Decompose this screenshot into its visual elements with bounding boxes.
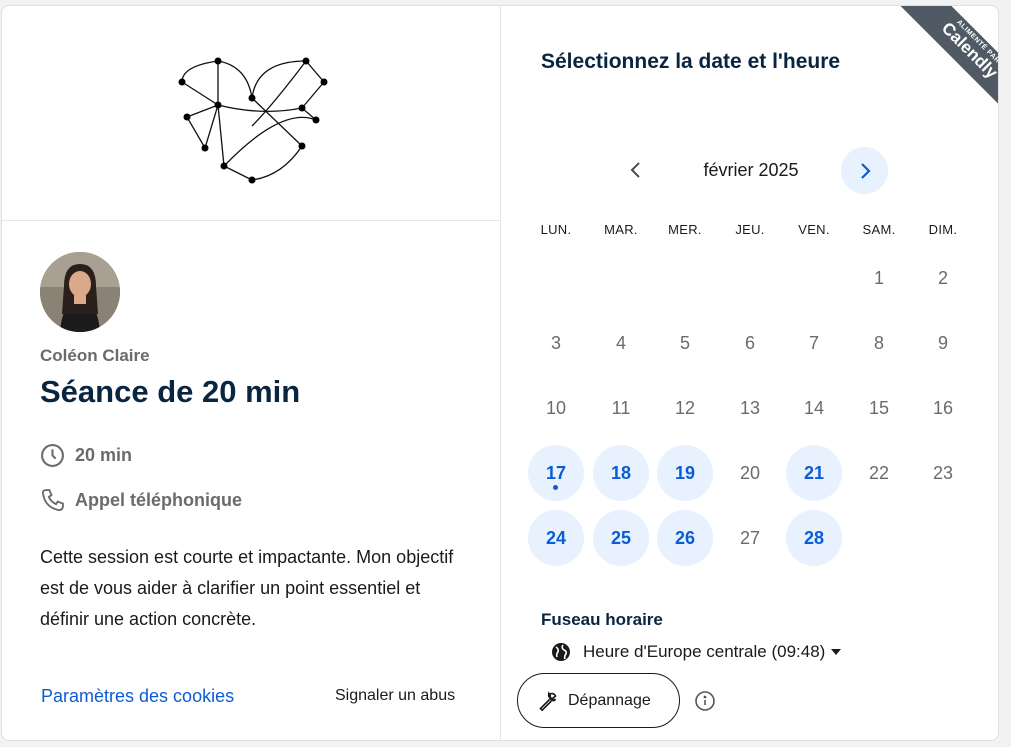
phone-icon xyxy=(41,489,64,512)
day-number: 1 xyxy=(873,267,884,288)
day-number: 25 xyxy=(610,527,632,548)
day-number: 15 xyxy=(868,397,890,418)
timezone-title: Fuseau horaire xyxy=(541,610,663,629)
caret-down-icon xyxy=(831,649,842,655)
day-number: 12 xyxy=(674,397,696,418)
day-number: 20 xyxy=(739,462,761,483)
weekday-label: JEU. xyxy=(735,222,765,237)
calendar-day: 14 xyxy=(786,380,842,436)
page-title: Sélectionnez la date et l'heure xyxy=(541,50,841,73)
calendar-day: 2 xyxy=(915,250,971,306)
brand-label: Calendly xyxy=(937,18,999,83)
calendar-day: 7 xyxy=(786,315,842,371)
month-navigation: février 2025 xyxy=(501,146,998,196)
report-abuse-link[interactable]: Signaler un abus xyxy=(335,687,455,705)
day-number: 22 xyxy=(868,462,890,483)
calendar-day-available[interactable]: 21 xyxy=(786,445,842,501)
calendar-day: 13 xyxy=(722,380,778,436)
day-number: 18 xyxy=(610,462,632,483)
calendar-day-available[interactable]: 18 xyxy=(593,445,649,501)
calendar-day: 4 xyxy=(593,315,649,371)
calendar-day: 15 xyxy=(851,380,907,436)
calendar-day-available[interactable]: 26 xyxy=(657,510,713,566)
duration-label: 20 min xyxy=(75,445,133,465)
calendar-day-available[interactable]: 24 xyxy=(528,510,584,566)
calendar-day: 10 xyxy=(528,380,584,436)
calendar-day: 8 xyxy=(851,315,907,371)
today-indicator xyxy=(553,485,558,490)
weekday-label: DIM. xyxy=(928,222,958,237)
powered-by-badge[interactable]: ALIMENTÉ PAR Calendly xyxy=(870,6,999,136)
day-number: 2 xyxy=(937,267,948,288)
timezone-value: Heure d'Europe centrale (09:48) xyxy=(583,642,826,661)
weekday-label: LUN. xyxy=(540,222,572,237)
month-label: février 2025 xyxy=(703,160,799,180)
event-title: Séance de 20 min xyxy=(40,374,301,409)
host-name: Coléon Claire xyxy=(40,346,150,365)
logo-area xyxy=(2,6,501,221)
previous-month-button[interactable] xyxy=(613,147,659,193)
weekday-label: SAM. xyxy=(862,222,896,237)
calendar-day: 22 xyxy=(851,445,907,501)
day-number: 26 xyxy=(674,527,696,548)
next-month-button[interactable] xyxy=(841,147,888,194)
calendar-day: 27 xyxy=(722,510,778,566)
host-avatar xyxy=(40,252,120,332)
calendar-day: 3 xyxy=(528,315,584,371)
day-number: 3 xyxy=(550,332,561,353)
network-heart-logo xyxy=(178,57,328,184)
day-number: 9 xyxy=(937,332,948,353)
clock-icon xyxy=(41,444,64,467)
day-number: 14 xyxy=(803,397,825,418)
location-label: Appel téléphonique xyxy=(75,490,243,510)
calendar-day-available[interactable]: 19 xyxy=(657,445,713,501)
booking-card: Coléon Claire Séance de 20 min 20 min Ap… xyxy=(1,5,999,741)
calendar-day: 11 xyxy=(593,380,649,436)
event-location: Appel téléphonique xyxy=(40,488,242,513)
day-number: 11 xyxy=(611,397,631,418)
day-number: 10 xyxy=(545,397,567,418)
calendar-day-available[interactable]: 17 xyxy=(528,445,584,501)
day-number: 23 xyxy=(932,462,954,483)
chevron-left-icon xyxy=(630,162,640,178)
timezone-select[interactable]: Heure d'Europe centrale (09:48) xyxy=(551,642,842,662)
calendar-day: 23 xyxy=(915,445,971,501)
cookie-settings-link[interactable]: Paramètres des cookies xyxy=(41,686,234,707)
day-number: 17 xyxy=(545,462,567,483)
event-details-panel: Coléon Claire Séance de 20 min 20 min Ap… xyxy=(2,6,501,740)
info-icon[interactable] xyxy=(694,690,716,712)
day-number: 4 xyxy=(615,332,626,353)
troubleshoot-label: Dépannage xyxy=(568,691,651,709)
troubleshoot-button[interactable]: Dépannage xyxy=(517,673,680,728)
wrench-icon xyxy=(539,690,557,711)
calendar-day: 16 xyxy=(915,380,971,436)
calendar-day: 5 xyxy=(657,315,713,371)
day-number: 5 xyxy=(679,332,690,353)
calendar-day-available[interactable]: 25 xyxy=(593,510,649,566)
day-number: 16 xyxy=(932,397,954,418)
day-number: 27 xyxy=(739,527,761,548)
chevron-right-icon xyxy=(860,162,871,179)
calendar-day: 20 xyxy=(722,445,778,501)
event-duration: 20 min xyxy=(40,443,132,468)
day-number: 19 xyxy=(674,462,696,483)
day-number: 28 xyxy=(803,527,825,548)
globe-icon xyxy=(552,643,570,661)
day-number: 6 xyxy=(744,332,755,353)
calendar-day: 9 xyxy=(915,315,971,371)
event-description: Cette session est courte et impactante. … xyxy=(40,547,454,629)
weekday-label: MER. xyxy=(668,222,702,237)
day-number: 24 xyxy=(545,527,567,548)
day-number: 13 xyxy=(739,397,761,418)
day-number: 7 xyxy=(808,332,819,353)
calendar-day: 6 xyxy=(722,315,778,371)
day-number: 8 xyxy=(873,332,884,353)
calendar-day: 12 xyxy=(657,380,713,436)
scheduler-panel: Sélectionnez la date et l'heure février … xyxy=(501,6,999,740)
calendar-day: 1 xyxy=(851,250,907,306)
weekday-label: VEN. xyxy=(798,222,830,237)
calendar-day-available[interactable]: 28 xyxy=(786,510,842,566)
weekday-label: MAR. xyxy=(604,222,638,237)
day-number: 21 xyxy=(803,462,825,483)
